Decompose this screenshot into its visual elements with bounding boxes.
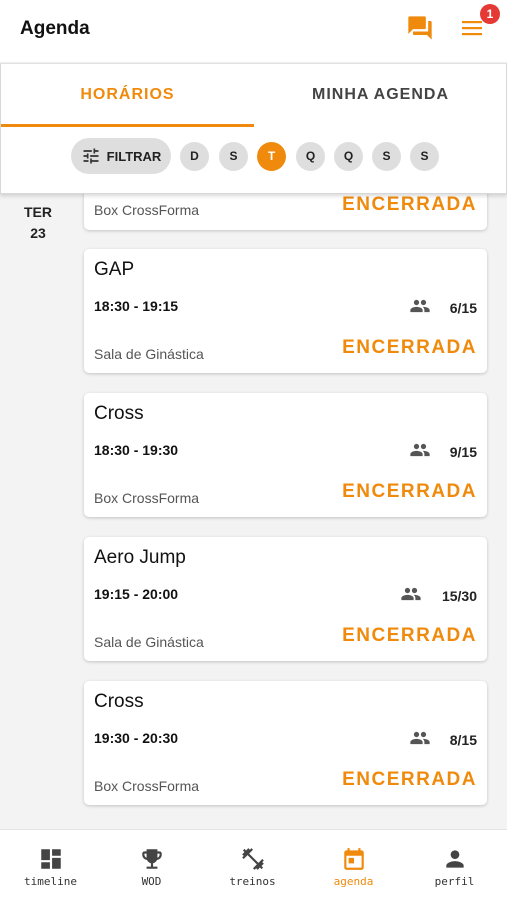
nav-item-agenda[interactable]: agenda <box>303 830 404 900</box>
class-card[interactable]: Cross 19:30 - 20:30 8/15 Box CrossForma … <box>84 681 487 805</box>
day-chip-thursday[interactable]: Q <box>334 142 363 171</box>
date-label: TER 23 <box>14 202 62 244</box>
people-icon <box>410 731 430 745</box>
dashboard-icon <box>41 849 61 869</box>
nav-item-perfil[interactable]: perfil <box>404 830 505 900</box>
date-day: 23 <box>30 225 46 241</box>
class-name: Cross <box>94 403 144 424</box>
class-status: ENCERRADA <box>342 481 477 502</box>
day-chip-friday[interactable]: S <box>372 142 401 171</box>
people-icon <box>401 587 421 601</box>
class-location: Box CrossForma <box>94 778 200 794</box>
app-bar: Agenda 1 <box>0 0 507 62</box>
class-time: 18:30 - 19:15 <box>94 298 179 314</box>
schedule-tabs-panel: HORÁRIOS MINHA AGENDA FILTRAR D S T Q Q … <box>0 63 507 194</box>
class-location: Sala de Ginástica <box>94 346 204 362</box>
class-name: Cross <box>94 691 144 712</box>
class-time: 19:30 - 20:30 <box>94 730 179 746</box>
date-weekday: TER <box>24 204 52 220</box>
filter-label: FILTRAR <box>106 148 162 164</box>
page-title: Agenda <box>20 18 90 39</box>
nav-item-timeline[interactable]: timeline <box>0 830 101 900</box>
class-card[interactable]: Aero Jump 19:15 - 20:00 15/30 Sala de Gi… <box>84 537 487 661</box>
nav-item-wod[interactable]: WOD <box>101 830 202 900</box>
nav-label: WOD <box>141 875 162 888</box>
day-chip-monday[interactable]: S <box>219 142 248 171</box>
day-chip-saturday[interactable]: S <box>410 142 439 171</box>
people-icon <box>410 443 430 457</box>
people-icon <box>410 299 430 313</box>
class-status: ENCERRADA <box>342 337 477 358</box>
class-location: Sala de Ginástica <box>94 634 204 650</box>
filter-button[interactable]: FILTRAR <box>71 138 171 174</box>
class-name: GAP <box>94 259 135 280</box>
tab-horarios[interactable]: HORÁRIOS <box>1 64 254 126</box>
class-card[interactable]: GAP 18:30 - 19:15 6/15 Sala de Ginástica… <box>84 249 487 373</box>
tab-indicator <box>1 124 254 127</box>
day-chip-tuesday[interactable]: T <box>257 142 286 171</box>
class-name: Aero Jump <box>94 547 186 568</box>
class-status: ENCERRADA <box>342 625 477 646</box>
class-occupancy: 8/15 <box>449 732 477 748</box>
nav-label: timeline <box>24 875 77 888</box>
class-status: ENCERRADA <box>342 194 477 215</box>
nav-label: treinos <box>229 875 276 888</box>
class-card[interactable]: Cross 18:30 - 19:30 9/15 Box CrossForma … <box>84 393 487 517</box>
person-icon <box>446 850 464 868</box>
class-status: ENCERRADA <box>342 769 477 790</box>
trophy-icon <box>142 849 162 869</box>
notification-badge: 1 <box>480 4 500 24</box>
chat-icon[interactable] <box>405 14 435 42</box>
nav-label: perfil <box>434 875 475 888</box>
nav-item-treinos[interactable]: treinos <box>202 830 303 900</box>
class-time: 18:30 - 19:30 <box>94 442 179 458</box>
class-time: 19:15 - 20:00 <box>94 586 179 602</box>
day-chip-wednesday[interactable]: Q <box>296 142 325 171</box>
calendar-icon <box>344 848 364 870</box>
day-chip-sunday[interactable]: D <box>180 142 209 171</box>
class-location: Box CrossForma <box>94 490 200 506</box>
dumbbell-icon <box>242 848 264 870</box>
tune-icon <box>83 148 99 164</box>
bottom-navigation: timeline WOD treinos agenda perfil <box>0 829 507 900</box>
class-location: Box CrossForma <box>94 202 200 218</box>
class-occupancy: 9/15 <box>449 444 477 460</box>
class-occupancy: 6/15 <box>449 300 477 316</box>
tab-minha-agenda[interactable]: MINHA AGENDA <box>254 64 507 126</box>
class-occupancy: 15/30 <box>441 588 477 604</box>
nav-label: agenda <box>333 875 374 888</box>
